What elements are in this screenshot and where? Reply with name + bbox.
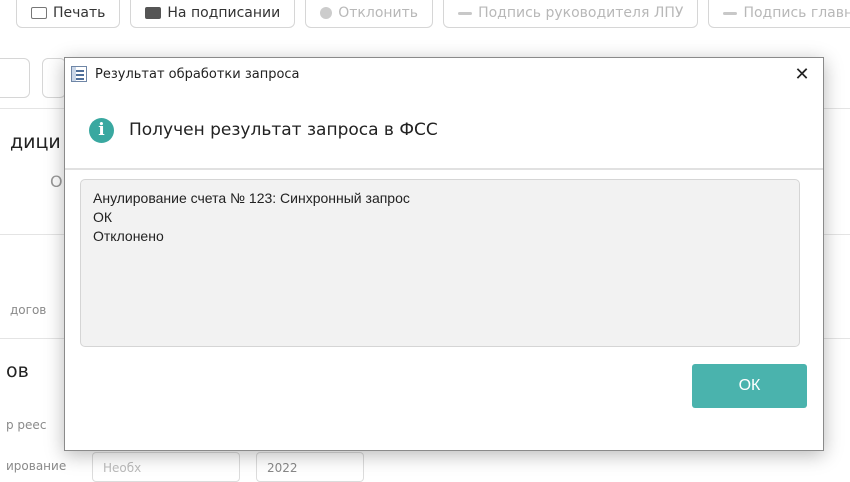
head-signature-button[interactable]: Подпись руководителя ЛПУ bbox=[443, 0, 699, 28]
period-input[interactable]: Необх bbox=[92, 452, 240, 482]
dialog-title: Результат обработки запроса bbox=[95, 66, 300, 82]
print-button-label: Печать bbox=[53, 5, 106, 21]
ok-button[interactable]: ОК bbox=[692, 364, 807, 408]
folder-icon bbox=[145, 7, 162, 19]
info-icon-glyph: i bbox=[98, 120, 105, 140]
dialog-header-text: Получен результат запроса в ФСС bbox=[129, 120, 438, 140]
message-textarea[interactable]: Анулирование счета № 123: Синхронный зап… bbox=[80, 179, 800, 347]
close-icon: ✕ bbox=[794, 63, 810, 85]
section-heading: дици bbox=[10, 131, 61, 153]
message-line: ОК bbox=[93, 209, 113, 225]
column-fragment: О bbox=[50, 172, 63, 191]
result-dialog: Результат обработки запроса ✕ i Получен … bbox=[64, 57, 824, 451]
message-line: Отклонено bbox=[93, 228, 164, 244]
secondary-toolbar bbox=[0, 58, 66, 98]
dialog-header: i Получен результат запроса в ФСС bbox=[65, 92, 823, 170]
reject-icon bbox=[320, 7, 333, 19]
registry-label: р реес bbox=[6, 418, 47, 432]
close-button[interactable]: ✕ bbox=[781, 58, 823, 90]
chief-signature-button-label: Подпись главн bbox=[743, 5, 850, 21]
period-input-placeholder: Необх bbox=[103, 461, 142, 475]
section-heading-2: ов bbox=[6, 360, 29, 382]
reject-button[interactable]: Отклонить bbox=[305, 0, 434, 28]
printer-icon bbox=[31, 7, 47, 19]
dialog-titlebar[interactable]: Результат обработки запроса ✕ bbox=[65, 58, 823, 90]
message-line: Анулирование счета № 123: Синхронный зап… bbox=[93, 190, 410, 206]
signature-icon bbox=[458, 11, 473, 15]
year-input-value: 2022 bbox=[267, 461, 298, 475]
contract-label: догов bbox=[10, 303, 47, 317]
year-input[interactable]: 2022 bbox=[256, 452, 364, 482]
on-signing-button[interactable]: На подписании bbox=[130, 0, 296, 28]
period-label: ирование bbox=[6, 459, 67, 473]
head-signature-button-label: Подпись руководителя ЛПУ bbox=[478, 5, 684, 21]
toolbar: Печать На подписании Отклонить Подпись р… bbox=[16, 0, 850, 28]
on-signing-button-label: На подписании bbox=[167, 5, 281, 21]
reject-button-label: Отклонить bbox=[338, 5, 419, 21]
chief-signature-button[interactable]: Подпись главн bbox=[708, 0, 850, 28]
secondary-button[interactable] bbox=[42, 58, 66, 98]
signature-icon bbox=[723, 11, 738, 15]
app-window-icon bbox=[71, 66, 87, 82]
print-button[interactable]: Печать bbox=[16, 0, 121, 28]
info-icon: i bbox=[89, 117, 114, 143]
secondary-button[interactable] bbox=[0, 58, 30, 98]
